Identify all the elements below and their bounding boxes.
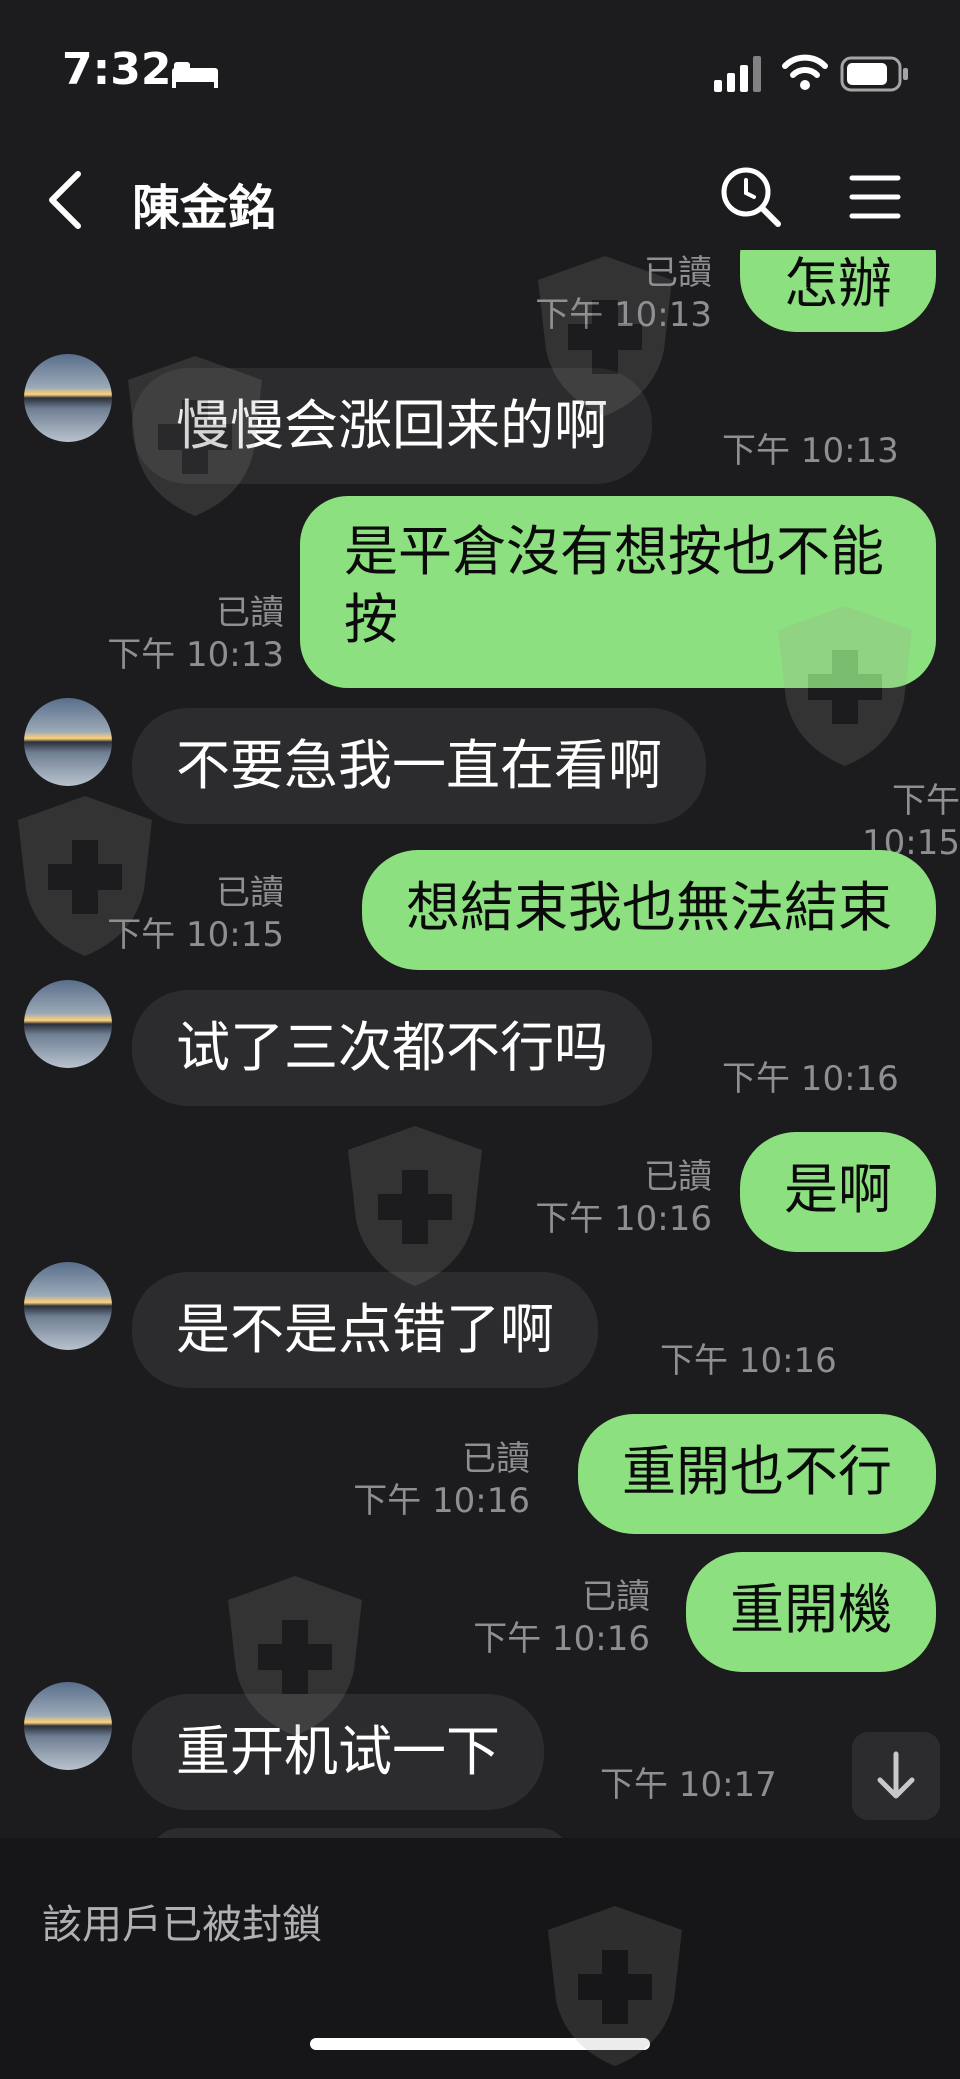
- read-receipt: 已讀: [644, 1157, 712, 1197]
- message-outgoing: 重開也不行 已讀 下午 10:16: [0, 1414, 960, 1538]
- message-outgoing: 是啊 已讀 下午 10:16: [0, 1132, 960, 1256]
- message-text: 重開機: [730, 1578, 892, 1641]
- message-time: 下午 10:16: [353, 1481, 530, 1521]
- message-time: 下午 10:13: [535, 295, 712, 335]
- avatar[interactable]: [24, 980, 112, 1068]
- sleep-focus-icon: [172, 62, 218, 88]
- chat-header: 陳金銘: [0, 150, 960, 250]
- message-time: 下午 10:15: [107, 915, 284, 955]
- message-time: 下午 10:13: [107, 635, 284, 675]
- message-incoming: 慢慢会涨回来的啊 下午 10:13: [0, 354, 960, 484]
- read-receipt: 已讀: [582, 1577, 650, 1617]
- message-bubble[interactable]: 是平倉沒有想按也不能按: [300, 496, 936, 688]
- menu-icon[interactable]: [848, 170, 902, 224]
- message-text: 是不是点错了啊: [176, 1298, 554, 1361]
- message-bubble[interactable]: 慢慢会涨回来的啊: [132, 368, 652, 484]
- message-meta: 已讀 下午 10:13: [107, 592, 284, 676]
- message-text: 是啊: [784, 1158, 892, 1221]
- message-bubble-partial: [150, 1828, 570, 1838]
- message-outgoing: 想結束我也無法結束 已讀 下午 10:15: [0, 850, 960, 974]
- message-time: 下午 10:13: [722, 431, 899, 471]
- message-text: 是平倉沒有想按也不能按: [344, 520, 884, 651]
- wifi-icon: [782, 54, 828, 90]
- message-meta: 已讀 下午 10:16: [535, 1156, 712, 1240]
- message-text: 不要急我一直在看啊: [176, 734, 662, 797]
- message-meta: 已讀 下午 10:16: [473, 1576, 650, 1660]
- message-incoming: 是不是点错了啊 下午 10:16: [0, 1262, 960, 1392]
- message-outgoing: 是平倉沒有想按也不能按 已讀 下午 10:13: [0, 496, 960, 692]
- message-outgoing: 怎辦 已讀 下午 10:13: [0, 250, 960, 350]
- message-outgoing: 重開機 已讀 下午 10:16: [0, 1552, 960, 1676]
- message-text: 重开机试一下: [176, 1720, 500, 1783]
- read-receipt: 已讀: [644, 253, 712, 293]
- message-bubble[interactable]: 怎辦: [740, 250, 936, 332]
- message-meta: 已讀 下午 10:15: [107, 872, 284, 956]
- message-incoming: 试了三次都不行吗 下午 10:16: [0, 980, 960, 1110]
- message-text: 怎辦: [784, 252, 892, 315]
- avatar[interactable]: [24, 698, 112, 786]
- avatar[interactable]: [24, 1682, 112, 1770]
- message-incoming: 不要急我一直在看啊 下午 10:15: [0, 698, 960, 863]
- chat-message-list[interactable]: 怎辦 已讀 下午 10:13 慢慢会涨回来的啊 下午 10:13 是平倉沒有想按…: [0, 250, 960, 1838]
- message-bubble[interactable]: 试了三次都不行吗: [132, 990, 652, 1106]
- message-bubble[interactable]: 不要急我一直在看啊: [132, 708, 706, 824]
- message-bubble[interactable]: 是啊: [740, 1132, 936, 1252]
- message-bubble[interactable]: 重開也不行: [578, 1414, 936, 1534]
- search-icon[interactable]: [718, 164, 784, 230]
- message-time: 下午 10:16: [722, 1059, 899, 1099]
- message-time: 下午 10:16: [660, 1341, 837, 1381]
- battery-icon: [840, 56, 908, 92]
- message-time: 下午 10:17: [600, 1765, 777, 1805]
- scroll-to-bottom-button[interactable]: [852, 1732, 940, 1820]
- read-receipt: 已讀: [216, 873, 284, 913]
- avatar[interactable]: [24, 354, 112, 442]
- message-time: 下午 10:16: [535, 1199, 712, 1239]
- message-text: 想結束我也無法結束: [406, 876, 892, 939]
- message-meta: 已讀 下午 10:13: [535, 252, 712, 336]
- read-receipt: 已讀: [216, 593, 284, 633]
- read-receipt: 已讀: [462, 1439, 530, 1479]
- message-text: 重開也不行: [622, 1440, 892, 1503]
- message-meta: 已讀 下午 10:16: [353, 1438, 530, 1522]
- arrow-down-icon: [877, 1751, 915, 1799]
- contact-name[interactable]: 陳金銘: [132, 168, 276, 238]
- status-time: 7:32: [62, 44, 172, 95]
- message-bubble[interactable]: 重開機: [686, 1552, 936, 1672]
- message-text: 试了三次都不行吗: [176, 1016, 608, 1079]
- cellular-signal-icon: [714, 56, 761, 92]
- avatar[interactable]: [24, 1262, 112, 1350]
- home-indicator[interactable]: [310, 2038, 650, 2050]
- message-bubble[interactable]: 是不是点错了啊: [132, 1272, 598, 1388]
- message-incoming: 重开机试一下 下午 10:17: [0, 1682, 960, 1812]
- blocked-notice: 該用戶已被封鎖: [42, 1902, 322, 1948]
- message-time: 下午 10:16: [473, 1619, 650, 1659]
- message-bubble[interactable]: 想結束我也無法結束: [362, 850, 936, 970]
- message-text: 慢慢会涨回来的啊: [176, 394, 608, 457]
- message-bubble[interactable]: 重开机试一下: [132, 1694, 544, 1810]
- status-bar: 7:32: [0, 0, 960, 150]
- back-icon[interactable]: [40, 168, 90, 232]
- blocked-footer: 該用戶已被封鎖: [0, 1838, 960, 2079]
